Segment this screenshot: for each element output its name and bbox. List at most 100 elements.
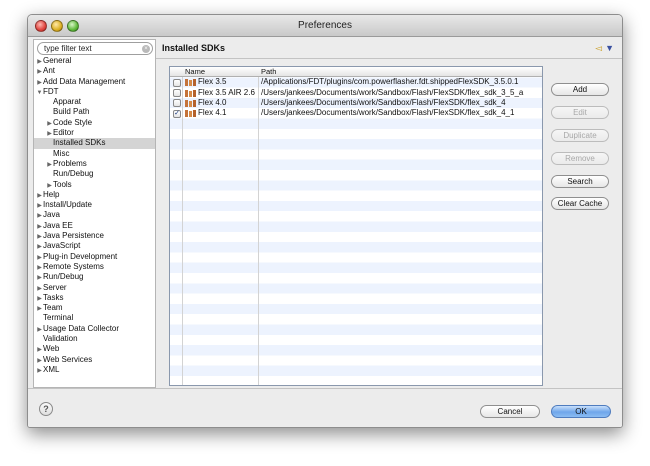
clear-cache-button[interactable]: Clear Cache	[551, 197, 609, 210]
sidebar-item-label: Code Style	[53, 117, 93, 127]
sidebar-item-label: Editor	[53, 128, 74, 138]
sidebar-item-editor[interactable]: ▶Editor	[34, 128, 155, 138]
installed-sdks-panel: Installed SDKs ◅ ▼ Name Path Flex 3.5/Ap…	[156, 39, 622, 388]
view-menu-icon[interactable]: ▼	[605, 43, 614, 54]
sidebar-item-fdt[interactable]: ▼FDT	[34, 87, 155, 97]
sidebar-item-label: Tools	[53, 179, 72, 189]
sidebar-item-javascript[interactable]: ▶JavaScript	[34, 241, 155, 251]
sdk-name: Flex 4.0	[198, 97, 227, 107]
sdk-checkbox[interactable]	[173, 89, 181, 98]
window-title: Preferences	[298, 20, 352, 31]
sidebar-item-terminal[interactable]: Terminal	[34, 313, 155, 323]
table-row[interactable]: Flex 3.5/Applications/FDT/plugins/com.po…	[170, 77, 542, 87]
sidebar-item-label: XML	[43, 364, 60, 374]
sidebar-item-problems[interactable]: ▶Problems	[34, 159, 155, 169]
column-header-path[interactable]: Path	[261, 67, 276, 77]
sdk-checkbox[interactable]	[173, 78, 181, 87]
sidebar-item-label: FDT	[43, 86, 59, 96]
sdk-name: Flex 4.1	[198, 108, 227, 118]
sidebar-item-java[interactable]: ▶Java	[34, 210, 155, 220]
remove-button[interactable]: Remove	[551, 152, 609, 165]
sidebar-item-remote-systems[interactable]: ▶Remote Systems	[34, 262, 155, 272]
table-header: Name Path	[170, 67, 542, 77]
sidebar-item-plug-in-development[interactable]: ▶Plug-in Development	[34, 252, 155, 262]
sidebar-item-label: Web	[43, 344, 60, 354]
sidebar-item-label: Validation	[43, 334, 78, 344]
sdk-library-icon	[185, 89, 196, 97]
sidebar-item-label: Help	[43, 189, 60, 199]
sidebar-item-label: JavaScript	[43, 241, 81, 251]
sidebar-item-add-data-management[interactable]: ▶Add Data Management	[34, 77, 155, 87]
sidebar-item-installed-sdks[interactable]: Installed SDKs	[34, 138, 155, 149]
ok-button[interactable]: OK	[551, 405, 611, 418]
edit-button[interactable]: Edit	[551, 106, 609, 119]
sidebar-item-usage-data-collector[interactable]: ▶Usage Data Collector	[34, 324, 155, 334]
title-bar[interactable]: Preferences	[28, 15, 622, 37]
filter-input[interactable]	[37, 42, 153, 55]
sidebar-item-run-debug[interactable]: Run/Debug	[34, 169, 155, 179]
sidebar-item-misc[interactable]: Misc	[34, 149, 155, 159]
sidebar-item-label: Problems	[53, 158, 87, 168]
sdk-library-icon	[185, 99, 196, 107]
sidebar-item-help[interactable]: ▶Help	[34, 190, 155, 200]
sdk-path: /Users/jankees/Documents/work/Sandbox/Fl…	[261, 97, 506, 107]
column-header-name[interactable]: Name	[185, 67, 205, 77]
sidebar-item-label: Tasks	[43, 292, 64, 302]
sidebar-item-label: Apparat	[53, 97, 82, 107]
sdk-checkbox[interactable]	[173, 99, 181, 108]
back-arrow-icon[interactable]: ◅	[595, 43, 602, 54]
sdk-table: Name Path Flex 3.5/Applications/FDT/plug…	[169, 66, 543, 386]
sdk-path: /Users/jankees/Documents/work/Sandbox/Fl…	[261, 108, 515, 118]
sidebar-item-label: Run/Debug	[43, 272, 84, 282]
sidebar-item-label: Add Data Management	[43, 76, 126, 86]
sidebar-item-team[interactable]: ▶Team	[34, 303, 155, 313]
sdk-path: /Users/jankees/Documents/work/Sandbox/Fl…	[261, 87, 524, 97]
cancel-button[interactable]: Cancel	[480, 405, 540, 418]
sidebar-item-ant[interactable]: ▶Ant	[34, 66, 155, 76]
history-nav: ◅ ▼	[595, 43, 614, 54]
sidebar-item-run-debug[interactable]: ▶Run/Debug	[34, 272, 155, 282]
sdk-checkbox[interactable]: ✓	[173, 109, 181, 118]
collapsed-arrow-icon[interactable]: ▶	[36, 366, 43, 376]
sidebar-item-label: Java Persistence	[43, 231, 104, 241]
sidebar-item-web[interactable]: ▶Web	[34, 344, 155, 354]
sidebar-item-tools[interactable]: ▶Tools	[34, 180, 155, 190]
sidebar-item-validation[interactable]: Validation	[34, 334, 155, 344]
sidebar-item-xml[interactable]: ▶XML	[34, 365, 155, 375]
sidebar-item-build-path[interactable]: Build Path	[34, 107, 155, 117]
sidebar-item-label: General	[43, 56, 72, 65]
sidebar-item-label: Remote Systems	[43, 261, 104, 271]
sidebar-item-general[interactable]: ▶General	[34, 56, 155, 66]
sidebar-item-java-ee[interactable]: ▶Java EE	[34, 221, 155, 231]
duplicate-button[interactable]: Duplicate	[551, 129, 609, 142]
sidebar-item-server[interactable]: ▶Server	[34, 283, 155, 293]
search-button[interactable]: Search	[551, 175, 609, 188]
sdk-name: Flex 3.5 AIR 2.6	[198, 87, 255, 97]
sidebar-item-web-services[interactable]: ▶Web Services	[34, 355, 155, 365]
sidebar-item-java-persistence[interactable]: ▶Java Persistence	[34, 231, 155, 241]
sdk-library-icon	[185, 79, 196, 87]
sdk-library-icon	[185, 110, 196, 118]
sidebar-item-code-style[interactable]: ▶Code Style	[34, 118, 155, 128]
add-button[interactable]: Add	[551, 83, 609, 96]
sdk-name: Flex 3.5	[198, 77, 227, 87]
sidebar-item-label: Installed SDKs	[53, 138, 106, 148]
sdk-path: /Applications/FDT/plugins/com.powerflash…	[261, 77, 519, 87]
sidebar-item-label: Build Path	[53, 107, 90, 117]
dialog-footer: ? Cancel OK	[28, 388, 622, 427]
sidebar-item-label: Install/Update	[43, 200, 92, 210]
help-icon[interactable]: ?	[39, 402, 53, 416]
sidebar-item-label: Misc	[53, 148, 70, 158]
sidebar-item-label: Ant	[43, 66, 56, 76]
sidebar-item-label: Java EE	[43, 220, 73, 230]
sidebar-item-apparat[interactable]: Apparat	[34, 97, 155, 107]
table-row[interactable]: Flex 3.5 AIR 2.6/Users/jankees/Documents…	[170, 88, 542, 98]
table-row[interactable]: Flex 4.0/Users/jankees/Documents/work/Sa…	[170, 98, 542, 108]
clear-filter-icon[interactable]: ×	[142, 45, 150, 53]
sidebar-item-tasks[interactable]: ▶Tasks	[34, 293, 155, 303]
page-title: Installed SDKs	[162, 43, 226, 53]
header-divider	[156, 58, 622, 59]
sidebar-item-label: Team	[43, 303, 63, 313]
sidebar-item-install-update[interactable]: ▶Install/Update	[34, 200, 155, 210]
table-row[interactable]: ✓ Flex 4.1/Users/jankees/Documents/work/S…	[170, 108, 542, 118]
